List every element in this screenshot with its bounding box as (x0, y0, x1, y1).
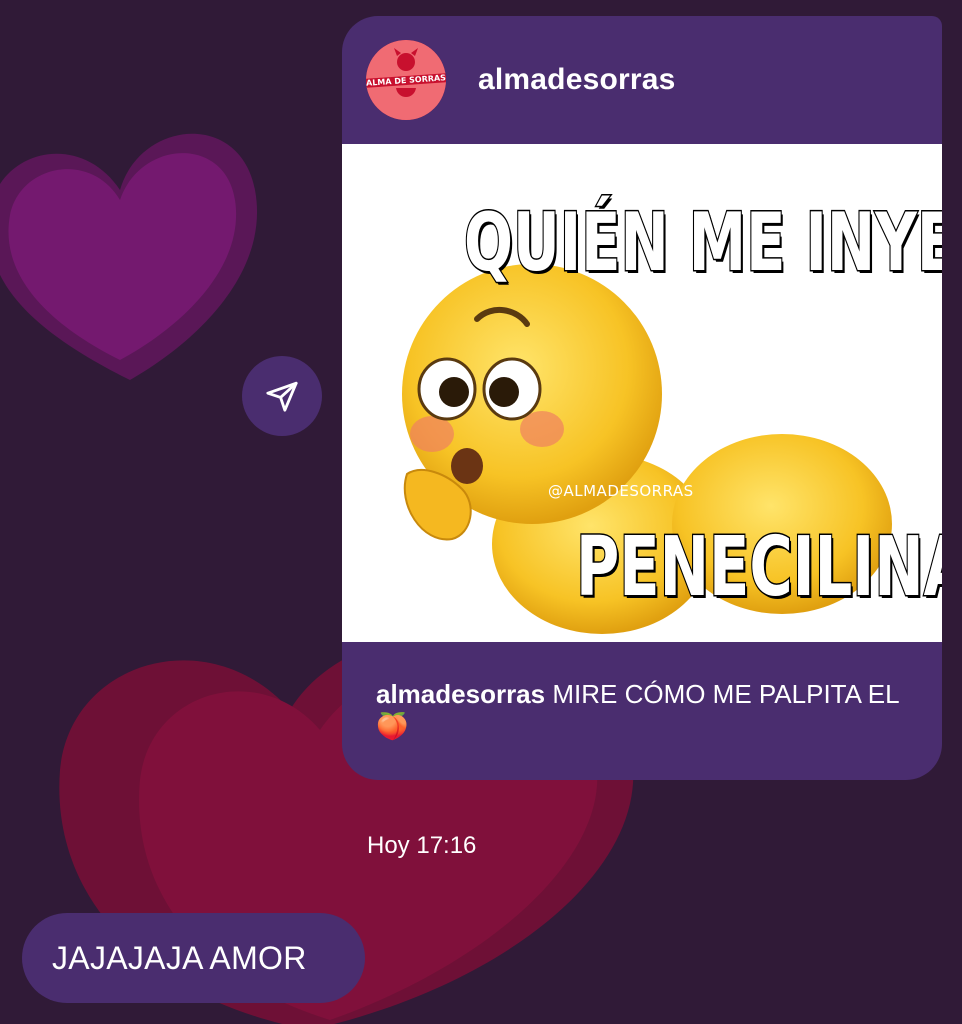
caption-text: MIRE CÓMO ME PALPITA EL (552, 679, 899, 709)
message-timestamp: Hoy 17:16 (367, 832, 477, 859)
post-header[interactable]: ALMA DE SORRAS almadesorras (342, 16, 942, 144)
send-icon (266, 381, 298, 412)
post-image[interactable]: QUIÉN ME INYECTA @ALMADESORRAS PENECILIN… (342, 144, 942, 642)
peach-emoji: 🍑 (376, 711, 409, 741)
meme-watermark: @ALMADESORRAS (548, 482, 694, 500)
caption-username[interactable]: almadesorras (376, 679, 545, 709)
meme-top-text: QUIÉN ME INYECTA (463, 195, 942, 291)
reply-message-bubble[interactable]: JAJAJAJA AMOR (22, 913, 365, 1003)
post-caption: almadesorras MIRE CÓMO ME PALPITA EL 🍑 (376, 678, 902, 742)
share-button[interactable] (242, 356, 322, 436)
shared-post-card[interactable]: ALMA DE SORRAS almadesorras QUIÉN ME INY… (342, 16, 942, 780)
meme-bottom-text: PENECILINA? (575, 519, 942, 617)
background-heart-purple (0, 133, 257, 380)
avatar[interactable]: ALMA DE SORRAS (366, 40, 446, 120)
post-username[interactable]: almadesorras (478, 63, 676, 97)
reply-message-text: JAJAJAJA AMOR (52, 939, 307, 976)
